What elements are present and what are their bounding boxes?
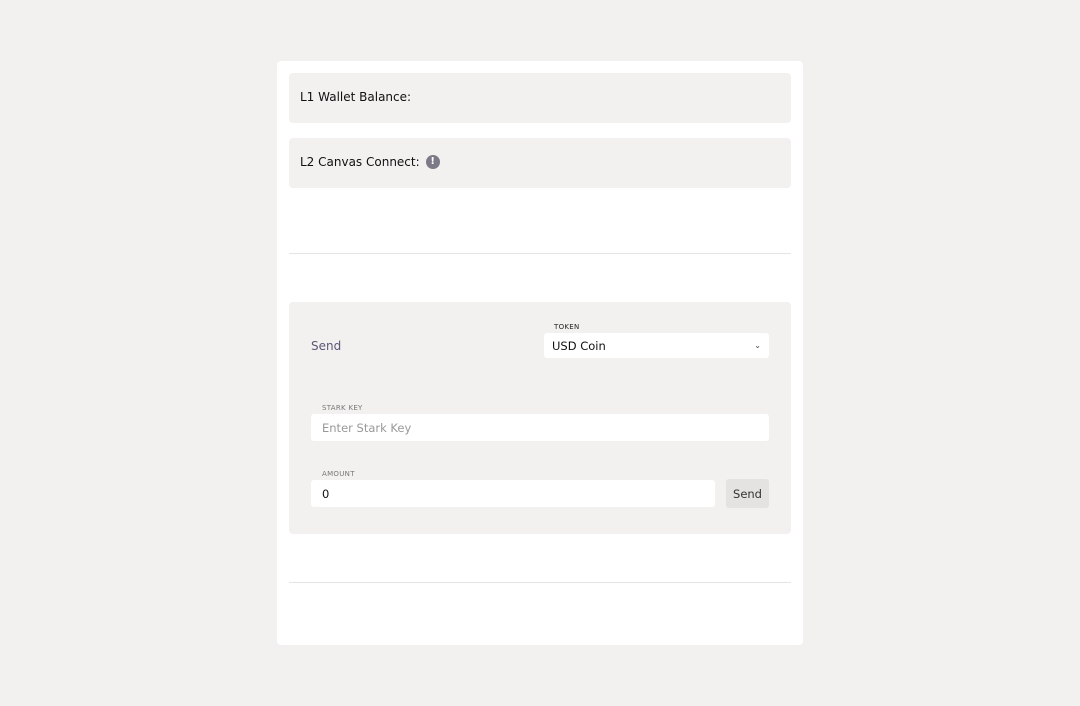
l2-canvas-connect-text: L2 Canvas Connect: xyxy=(300,155,420,169)
divider xyxy=(289,582,791,583)
stark-key-input[interactable]: Enter Stark Key xyxy=(311,414,769,441)
send-panel: Send TOKEN USD Coin ⌄ STARK KEY Enter St… xyxy=(289,302,791,534)
chevron-down-icon: ⌄ xyxy=(754,341,761,350)
l2-canvas-connect-label: L2 Canvas Connect: ! xyxy=(300,155,440,169)
token-select-value: USD Coin xyxy=(552,338,606,353)
stark-key-label: STARK KEY xyxy=(322,404,363,412)
send-button[interactable]: Send xyxy=(726,479,769,508)
info-icon[interactable]: ! xyxy=(425,155,440,169)
amount-label: AMOUNT xyxy=(322,470,355,478)
token-label: TOKEN xyxy=(554,323,580,331)
l2-canvas-connect-panel: L2 Canvas Connect: ! xyxy=(289,138,791,188)
amount-input[interactable]: 0 xyxy=(311,480,715,507)
l1-wallet-balance-label: L1 Wallet Balance: xyxy=(300,90,411,104)
wallet-card: L1 Wallet Balance: L2 Canvas Connect: ! … xyxy=(277,61,803,645)
send-title: Send xyxy=(311,339,342,353)
divider xyxy=(289,253,791,254)
token-select[interactable]: USD Coin ⌄ xyxy=(544,333,769,358)
l1-wallet-balance-text: L1 Wallet Balance: xyxy=(300,90,412,104)
l1-wallet-balance-panel: L1 Wallet Balance: xyxy=(289,73,791,123)
